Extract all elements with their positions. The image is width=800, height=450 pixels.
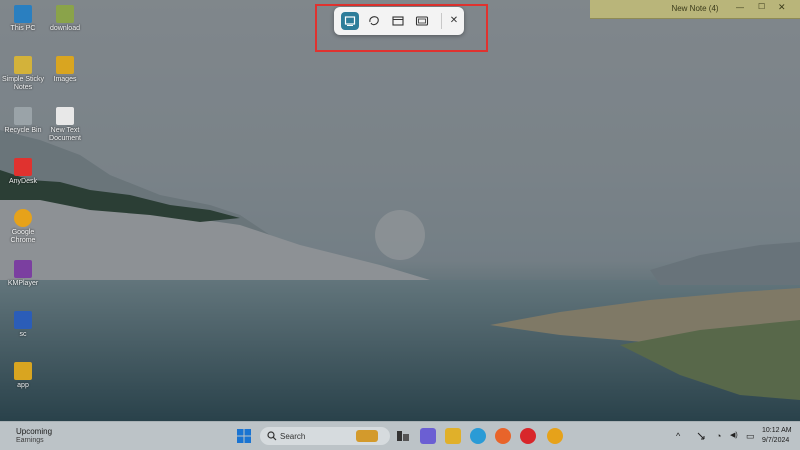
task-view-icon (397, 431, 409, 441)
desktop-icon-kmplayer[interactable]: KMPlayer (0, 260, 46, 288)
desktop-icon-recycle-bin[interactable]: Recycle Bin (0, 107, 46, 135)
kmplayer-icon (14, 260, 32, 278)
wifi-icon[interactable]: ◔ (716, 431, 721, 441)
desktop-icon-label: Images (53, 76, 77, 83)
desktop-wallpaper: This PC download Simple Sticky Notes Ima… (0, 0, 800, 449)
desktop-icon-label: AnyDesk (8, 178, 37, 185)
folder-icon (56, 56, 74, 74)
toolbar-divider (441, 13, 442, 29)
desktop-icon-label: app (17, 382, 29, 389)
clock-time[interactable]: 10:12 AM (762, 427, 792, 434)
widget-subtitle: Earnings (16, 437, 44, 444)
sticky-notes-icon (14, 56, 32, 74)
rectangle-snip-icon (344, 16, 356, 26)
recycle-bin-icon (14, 107, 32, 125)
anydesk-icon (14, 158, 32, 176)
close-icon[interactable]: ✕ (445, 12, 463, 30)
desktop-icon-images[interactable]: Images (42, 56, 88, 84)
desktop-icon-label: download (50, 25, 80, 32)
desktop-icon-anydesk[interactable]: AnyDesk (0, 158, 46, 186)
desktop-icon-label: sc (19, 331, 27, 338)
clock-date[interactable]: 9/7/2024 (762, 437, 789, 444)
file-explorer-button[interactable] (445, 428, 461, 444)
minimize-icon[interactable]: — (736, 3, 744, 12)
freeform-mode-button[interactable] (365, 12, 383, 30)
chrome-icon (14, 209, 32, 227)
sticky-note-titlebar[interactable]: New Note (4) (590, 0, 800, 19)
pen-menu-icon[interactable] (696, 431, 706, 441)
search-placeholder: Search (280, 432, 306, 441)
folder-icon (14, 362, 32, 380)
opera-button[interactable] (520, 428, 536, 444)
chrome-button[interactable] (547, 428, 563, 444)
desktop-icon-label: Google Chrome (10, 229, 36, 244)
desktop-icon-download[interactable]: download (42, 5, 88, 33)
chevron-up-icon[interactable]: ^ (676, 431, 680, 441)
firefox-button[interactable] (495, 428, 511, 444)
desktop-icon-this-pc[interactable]: This PC (0, 5, 46, 33)
desktop-icon-sticky-notes[interactable]: Simple Sticky Notes (0, 56, 46, 92)
widget-title[interactable]: Upcoming (16, 427, 52, 436)
desktop-icon-google-chrome[interactable]: Google Chrome (0, 209, 46, 245)
search-icon (267, 431, 277, 441)
sticky-note-title: New Note (4) (671, 4, 719, 13)
monitor-icon (14, 5, 32, 23)
desktop-icon-new-text-document[interactable]: New Text Document (42, 107, 88, 143)
desktop-icon-label: Simple Sticky Notes (1, 76, 44, 91)
task-view-button[interactable] (395, 428, 411, 444)
snipping-toolbar: ✕ (334, 7, 464, 35)
desktop-icon-label: Recycle Bin (4, 127, 42, 134)
volume-icon[interactable]: ◀) (730, 431, 738, 439)
close-icon[interactable]: ✕ (778, 2, 786, 13)
freeform-snip-icon (369, 16, 379, 26)
desktop-icon-label: KMPlayer (7, 280, 39, 287)
start-button[interactable] (237, 429, 251, 443)
windows-logo-icon (237, 429, 251, 443)
desktop-icon-app[interactable]: app (0, 362, 46, 390)
desktop-icon-label: This PC (10, 25, 36, 32)
taskbar: Upcoming Earnings Search ^ ◔ ◀) ▭ 10:12 … (0, 421, 800, 450)
desktop-icon-sc[interactable]: sc (0, 311, 46, 339)
document-icon (56, 107, 74, 125)
edge-button[interactable] (470, 428, 486, 444)
window-snip-icon (392, 16, 404, 26)
battery-icon[interactable]: ▭ (746, 431, 755, 442)
fullscreen-mode-button[interactable] (413, 12, 431, 30)
word-document-icon (14, 311, 32, 329)
desktop-icon-label: New Text Document (49, 127, 81, 142)
folder-icon (56, 5, 74, 23)
fullscreen-snip-icon (415, 16, 429, 26)
window-mode-button[interactable] (389, 12, 407, 30)
rectangle-mode-button[interactable] (341, 12, 359, 30)
meet-button[interactable] (420, 428, 436, 444)
screen-dim-overlay (0, 0, 800, 449)
taskbar-search[interactable]: Search (260, 427, 390, 445)
maximize-icon[interactable]: ☐ (758, 2, 765, 11)
search-highlight-icon (356, 430, 378, 442)
